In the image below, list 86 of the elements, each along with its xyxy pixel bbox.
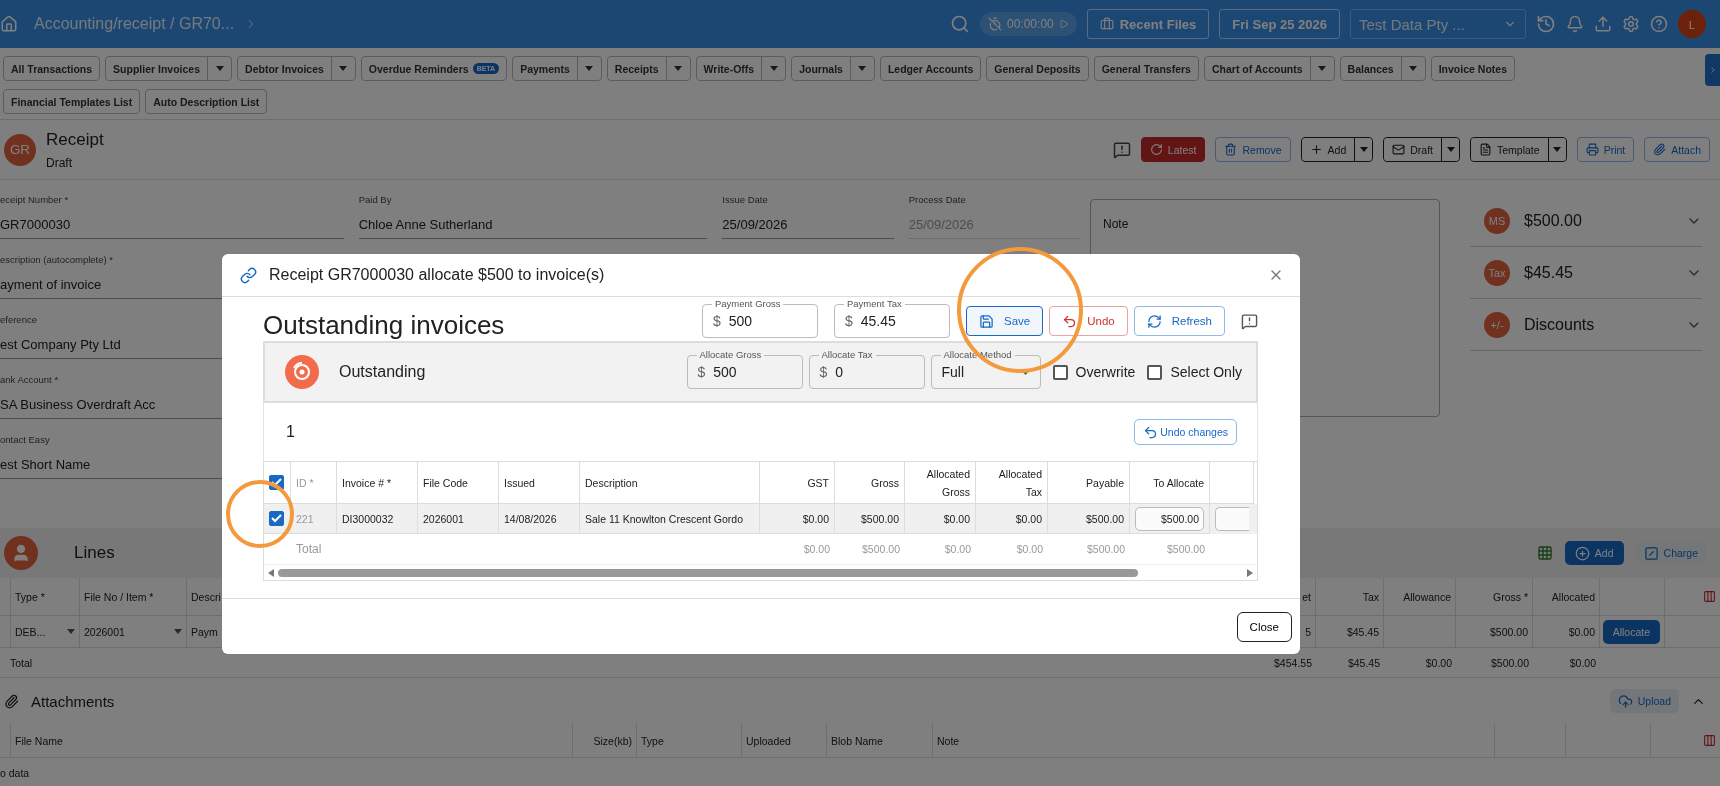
- column-header: Invoice # *: [342, 475, 392, 491]
- table-cell-text: $0.00: [1015, 511, 1042, 527]
- summary-badge: +/-: [1484, 311, 1510, 338]
- column-header: GST: [807, 475, 829, 491]
- column-header: Type *: [15, 590, 45, 603]
- column-header: File No / Item *: [84, 590, 154, 603]
- column-header: File Code: [423, 475, 468, 491]
- total-label: Total: [10, 656, 33, 669]
- field-label: eference: [0, 314, 38, 325]
- field-value: 25/09/2026: [722, 217, 789, 232]
- column-header: Blob Name: [831, 734, 883, 747]
- table-cell-text: 14/08/2026: [504, 511, 557, 527]
- field-label: ank Account *: [0, 374, 60, 385]
- total-cell-text: $500.00: [1167, 542, 1205, 557]
- field-label: Allocate Tax: [818, 349, 876, 361]
- field-label: Payment Tax: [844, 298, 905, 310]
- column-header: Issued: [504, 475, 535, 491]
- table-cell: $500.00: [1490, 625, 1528, 638]
- column-header: Size(kb): [593, 734, 632, 747]
- total-cell-text: $0.00: [1016, 542, 1043, 557]
- field-label: Issue Date: [722, 194, 769, 205]
- table-cell-text: 221: [296, 511, 314, 527]
- total-cell-text: $0.00: [803, 542, 830, 557]
- table-cell-text: $500.00: [1086, 511, 1124, 527]
- section-title: Lines: [74, 543, 115, 563]
- total-cell-text: $500.00: [862, 542, 900, 557]
- column-header: Descri: [191, 590, 221, 603]
- column-header: Note: [937, 734, 960, 747]
- column-header: Allocated Tax: [997, 466, 1042, 500]
- summary-text: $500.00: [1524, 211, 1583, 230]
- timer-text: 00:00:00: [1007, 17, 1054, 31]
- field-value: SA Business Overdraft Acc: [0, 397, 157, 412]
- column-header: Payable: [1086, 475, 1124, 491]
- total-cell-text: $500.00: [1087, 542, 1125, 557]
- total-cell: $454.55: [1274, 656, 1312, 669]
- column-header: File Name: [15, 734, 63, 747]
- empty-text: o data: [0, 766, 30, 779]
- receipt-avatar: GR: [4, 133, 36, 166]
- column-header: Tax: [1362, 590, 1379, 603]
- field-value: est Short Name: [0, 457, 92, 472]
- summary-text: $45.45: [1524, 263, 1574, 282]
- total-cell: $0.00: [1425, 656, 1452, 669]
- field-label: Process Date: [908, 194, 967, 205]
- summary-badge: MS: [1484, 207, 1510, 234]
- table-cell-text: $500.00: [861, 511, 899, 527]
- field-label: eceipt Number *: [0, 194, 70, 205]
- column-header: Allocated Gross: [925, 466, 970, 500]
- table-cell: $45.45: [1346, 625, 1379, 638]
- table-cell: 2026001: [84, 625, 125, 638]
- column-header: Description: [585, 475, 638, 491]
- total-label: Total: [296, 541, 322, 558]
- table-cell: Paym: [191, 625, 218, 638]
- column-header: Gross *: [1493, 590, 1528, 603]
- section-title: Attachments: [31, 692, 115, 710]
- summary-badge: Tax: [1484, 259, 1510, 286]
- table-cell: 5: [1305, 625, 1311, 638]
- field-label: Paid By: [358, 194, 393, 205]
- field-value: Chloe Anne Sutherland: [358, 217, 494, 232]
- page-title: Receipt: [46, 129, 104, 150]
- field-value: est Company Pty Ltd: [0, 337, 122, 352]
- field-label: Payment Gross: [712, 298, 784, 310]
- table-cell-text: 2026001: [423, 511, 464, 527]
- column-header: Gross: [871, 475, 899, 491]
- total-cell: $500.00: [1491, 656, 1529, 669]
- status-text: Draft: [46, 155, 73, 170]
- total-cell: $45.45: [1347, 656, 1380, 669]
- column-header: Allowance: [1403, 590, 1451, 603]
- summary-text: Discounts: [1524, 315, 1596, 334]
- table-cell-text: Sale 11 Knowlton Crescent Gordo: [585, 511, 743, 527]
- table-cell-text: $0.00: [943, 511, 970, 527]
- column-header: Allocated: [1551, 590, 1595, 603]
- column-header: Type: [641, 734, 664, 747]
- field-label: Allocate Gross: [696, 349, 765, 361]
- field-value: ayment of invoice: [0, 277, 103, 292]
- total-cell: $0.00: [1569, 656, 1596, 669]
- table-cell-text: $0.00: [802, 511, 829, 527]
- field-label: escription (autocomplete) *: [0, 254, 114, 265]
- table-cell-text: DI3000032: [342, 511, 394, 527]
- table-cell: $0.00: [1568, 625, 1595, 638]
- table-cell: DEB...: [15, 625, 46, 638]
- field-label: ontact Easy: [0, 434, 51, 445]
- column-header: To Allocate: [1153, 475, 1204, 491]
- column-header: et: [1302, 590, 1311, 603]
- field-value: GR7000030: [0, 217, 72, 232]
- column-header: Uploaded: [746, 734, 791, 747]
- total-cell-text: $0.00: [944, 542, 971, 557]
